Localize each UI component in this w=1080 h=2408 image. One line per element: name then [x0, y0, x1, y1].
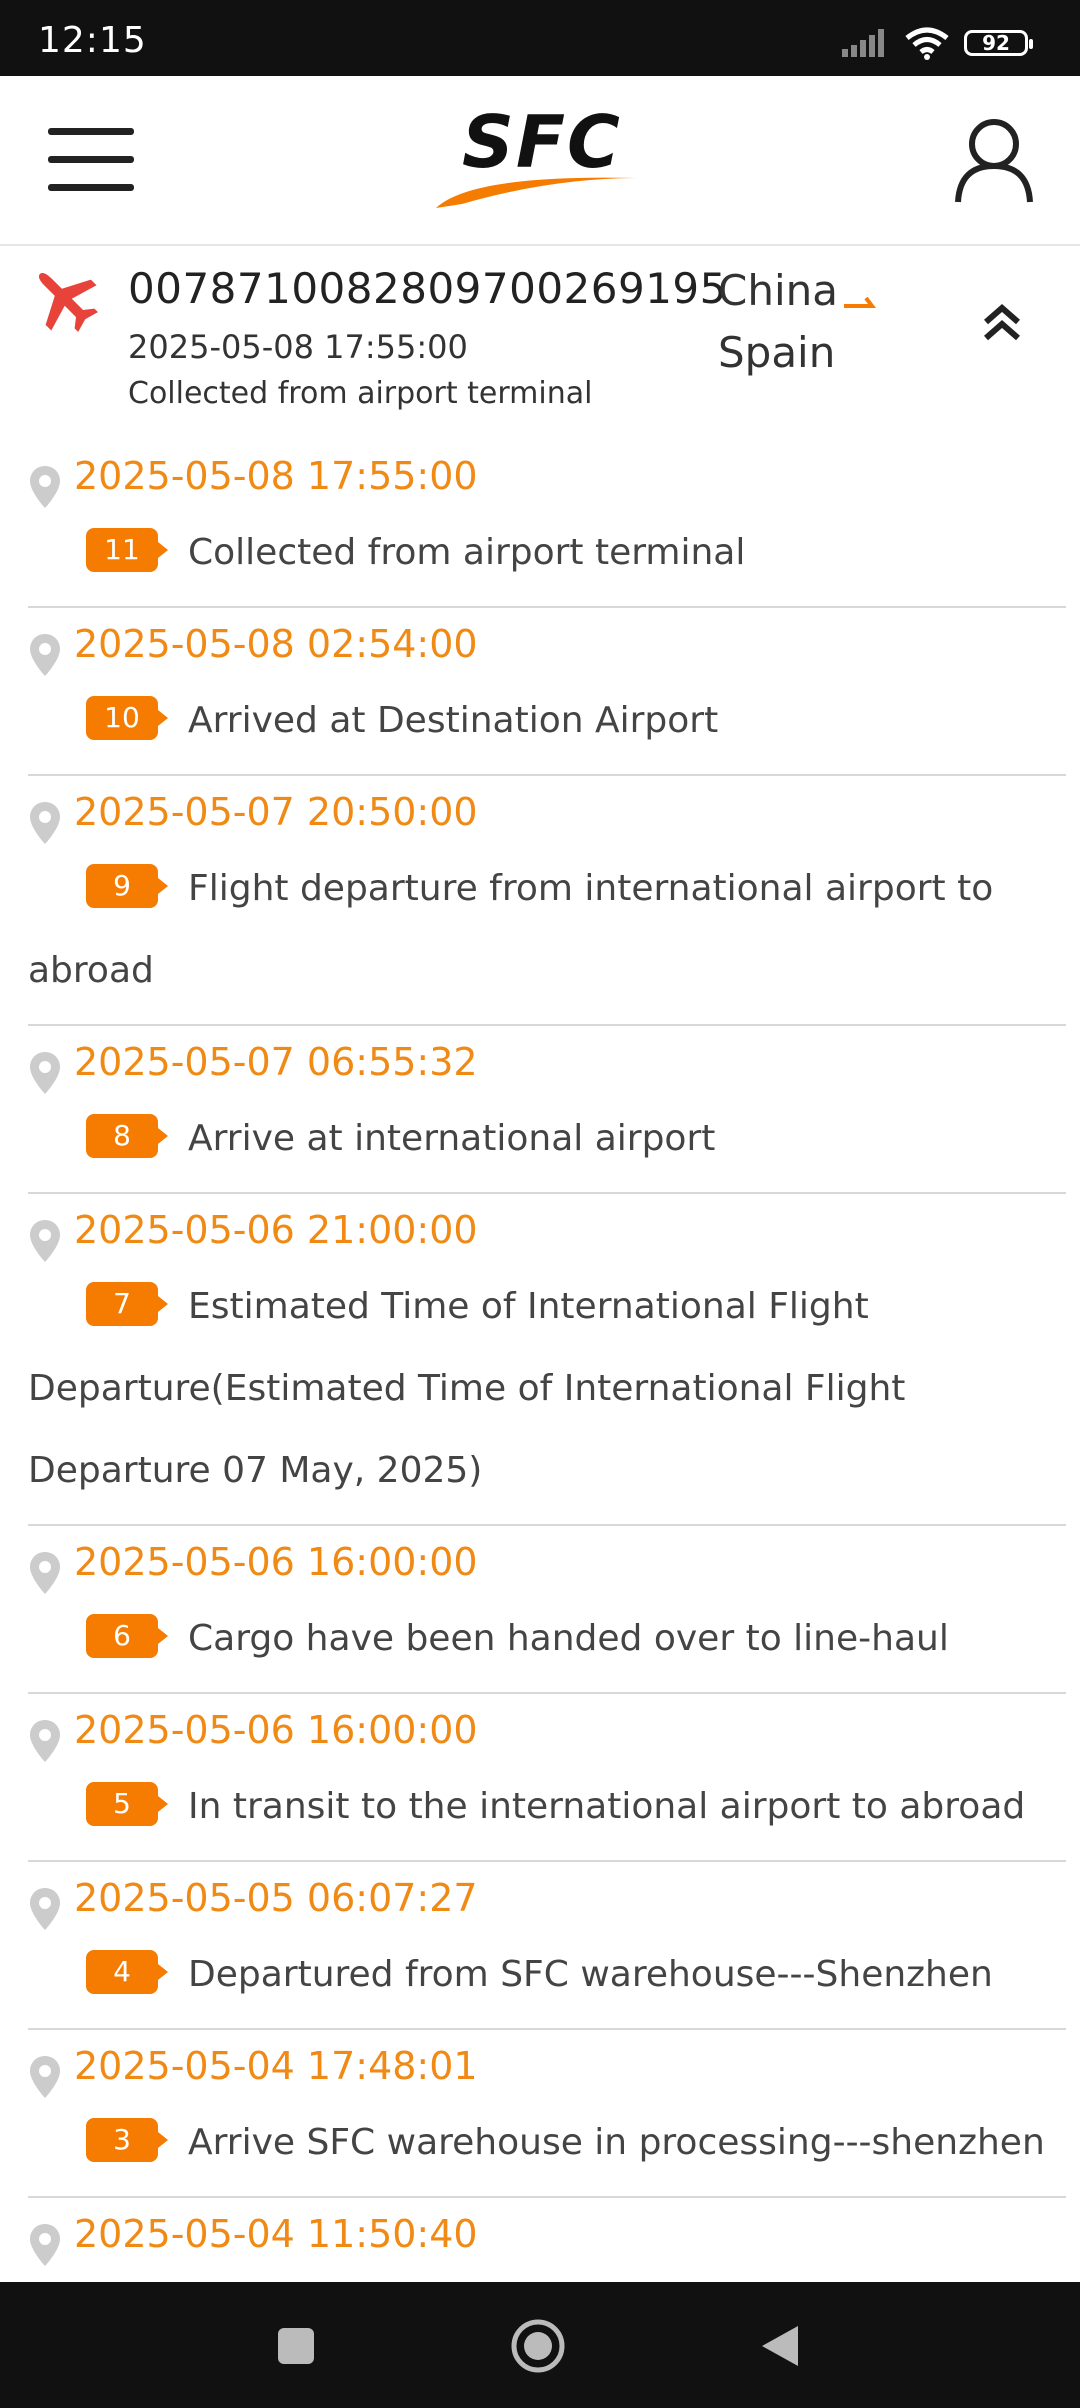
event-date: 2025-05-06 16:00:00: [74, 1540, 478, 1584]
event-step-badge: 10: [86, 696, 168, 740]
sfc-logo[interactable]: SFC: [432, 100, 652, 212]
battery-icon: 92: [964, 30, 1033, 56]
menu-icon: [48, 128, 134, 135]
wifi-icon: [905, 27, 949, 60]
event-description: Flight departure from international airp…: [28, 868, 994, 991]
tracking-number: 0078710082809700269195: [128, 264, 727, 313]
location-pin-icon: [30, 2224, 60, 2266]
event-date: 2025-05-04 17:48:01: [74, 2044, 478, 2088]
logo-swoosh: [436, 177, 638, 208]
latest-event-status: Collected from airport terminal: [128, 376, 593, 411]
timeline-event: 2025-05-05 06:07:27 4 Departured from SFC…: [28, 1862, 1066, 2030]
event-date: 2025-05-04 11:50:40: [74, 2212, 478, 2256]
status-time: 12:15: [38, 20, 147, 61]
location-pin-icon: [30, 466, 60, 508]
timeline-event: 2025-05-06 16:00:00 6 Cargo have been han…: [28, 1526, 1066, 1694]
home-button[interactable]: [510, 2318, 566, 2374]
route-arrow-icon: [844, 296, 876, 308]
timeline-event: 2025-05-08 02:54:00 10 Arrived at Destina…: [28, 608, 1066, 776]
location-pin-icon: [30, 1720, 60, 1762]
status-icons: 92: [842, 26, 1033, 60]
event-description: In transit to the international airport …: [188, 1786, 1026, 1827]
recents-button[interactable]: [276, 2326, 316, 2366]
event-step-badge: 5: [86, 1782, 168, 1826]
battery-level: 92: [982, 31, 1010, 55]
signal-icon: [842, 29, 884, 57]
event-step-badge: 9: [86, 864, 168, 908]
location-pin-icon: [30, 1052, 60, 1094]
event-description: Departured from SFC warehouse---Shenzhen: [188, 1954, 993, 1995]
timeline-event: 2025-05-04 11:50:40: [28, 2198, 1066, 2282]
chevron-double-up-icon: [984, 304, 1020, 341]
location-pin-icon: [30, 802, 60, 844]
user-icon: [955, 119, 1033, 203]
event-date: 2025-05-07 06:55:32: [74, 1040, 478, 1084]
event-date: 2025-05-07 20:50:00: [74, 790, 478, 834]
timeline-event: 2025-05-08 17:55:00 11 Collected from air…: [28, 440, 1066, 608]
event-step-badge: 7: [86, 1282, 168, 1326]
plane-icon: [38, 272, 98, 332]
collapse-button[interactable]: [978, 300, 1026, 348]
location-pin-icon: [30, 1888, 60, 1930]
event-date: 2025-05-08 17:55:00: [74, 454, 478, 498]
event-description: Arrive SFC warehouse in processing---she…: [188, 2122, 1045, 2163]
origin-country: China: [718, 266, 838, 315]
timeline-event: 2025-05-07 20:50:00 9 Flight departure fr…: [28, 776, 1066, 1026]
back-button[interactable]: [758, 2322, 802, 2370]
event-description: Estimated Time of International Flight D…: [28, 1286, 906, 1491]
location-pin-icon: [30, 1552, 60, 1594]
event-step-badge: 11: [86, 528, 168, 572]
timeline-event: 2025-05-07 06:55:32 8 Arrive at internati…: [28, 1026, 1066, 1194]
event-description: Arrive at international airport: [188, 1118, 716, 1159]
event-date: 2025-05-05 06:07:27: [74, 1876, 478, 1920]
destination-country: Spain: [718, 328, 836, 377]
location-pin-icon: [30, 2056, 60, 2098]
event-description: Cargo have been handed over to line-haul: [188, 1618, 949, 1659]
event-description: Collected from airport terminal: [188, 532, 746, 573]
system-navigation-bar: [0, 2282, 1080, 2408]
timeline-event: 2025-05-06 21:00:00 7 Estimated Time of I…: [28, 1194, 1066, 1526]
location-pin-icon: [30, 634, 60, 676]
app-header: SFC: [0, 76, 1080, 246]
event-step-badge: 4: [86, 1950, 168, 1994]
user-profile-button[interactable]: [952, 114, 1036, 206]
latest-event-date: 2025-05-08 17:55:00: [128, 328, 468, 366]
location-pin-icon: [30, 1220, 60, 1262]
timeline-event: 2025-05-04 17:48:01 3 Arrive SFC warehous…: [28, 2030, 1066, 2198]
tracking-timeline: 2025-05-08 17:55:00 11 Collected from air…: [28, 440, 1066, 2282]
event-date: 2025-05-08 02:54:00: [74, 622, 478, 666]
status-bar: 12:15 92: [0, 0, 1080, 76]
event-step-badge: 3: [86, 2118, 168, 2162]
menu-button[interactable]: [48, 128, 136, 192]
event-step-badge: 6: [86, 1614, 168, 1658]
timeline-event: 2025-05-06 16:00:00 5 In transit to the i…: [28, 1694, 1066, 1862]
event-description: Arrived at Destination Airport: [188, 700, 719, 741]
event-date: 2025-05-06 16:00:00: [74, 1708, 478, 1752]
event-date: 2025-05-06 21:00:00: [74, 1208, 478, 1252]
event-step-badge: 8: [86, 1114, 168, 1158]
